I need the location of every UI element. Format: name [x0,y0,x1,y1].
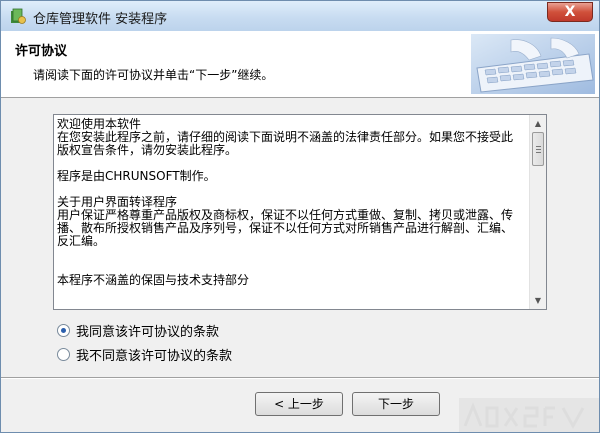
close-icon: X [564,4,576,20]
disagree-radio[interactable] [57,347,70,361]
close-button[interactable]: X [547,2,593,22]
window-title: 仓库管理软件 安装程序 [33,12,168,27]
page-subtitle: 请阅读下面的许可协议并单击“下一步”继续。 [33,68,274,82]
license-textbox[interactable]: 欢迎使用本软件 在您安装此程序之前，请仔细的阅读下面说明不涵盖的法律责任部分。如… [53,114,547,310]
license-scrollbar[interactable]: ▲ ▼ [529,115,546,309]
title-bar[interactable]: 仓库管理软件 安装程序 X [1,1,599,32]
footer-divider [1,377,599,379]
keyboard-header-image [471,34,595,94]
watermark-logo [459,398,599,432]
disagree-option[interactable]: 我不同意该许可协议的条款 [57,345,232,364]
scroll-down-icon[interactable]: ▼ [530,292,546,309]
grip-line-icon [536,152,541,153]
disagree-label[interactable]: 我不同意该许可协议的条款 [76,345,232,364]
page-title: 许可协议 [15,44,68,59]
license-text: 欢迎使用本软件 在您安装此程序之前，请仔细的阅读下面说明不涵盖的法律责任部分。如… [57,117,514,287]
agree-radio[interactable] [57,323,70,337]
scroll-up-icon[interactable]: ▲ [530,115,546,132]
header-panel: 许可协议 请阅读下面的许可协议并单击“下一步”继续。 [1,31,599,98]
grip-line-icon [536,149,541,150]
agree-option[interactable]: 我同意该许可协议的条款 [57,321,219,340]
installer-window: 仓库管理软件 安装程序 X 许可协议 请阅读下面的许可协议并单击“下一步”继续。 [0,0,600,433]
grip-line-icon [536,146,541,147]
watermark-logo-icon [459,398,599,432]
back-button[interactable]: < 上一步 [255,392,343,416]
next-button[interactable]: 下一步 [352,392,440,416]
installer-app-icon [11,8,26,24]
agree-label[interactable]: 我同意该许可协议的条款 [76,321,219,340]
scroll-thumb[interactable] [532,132,544,166]
